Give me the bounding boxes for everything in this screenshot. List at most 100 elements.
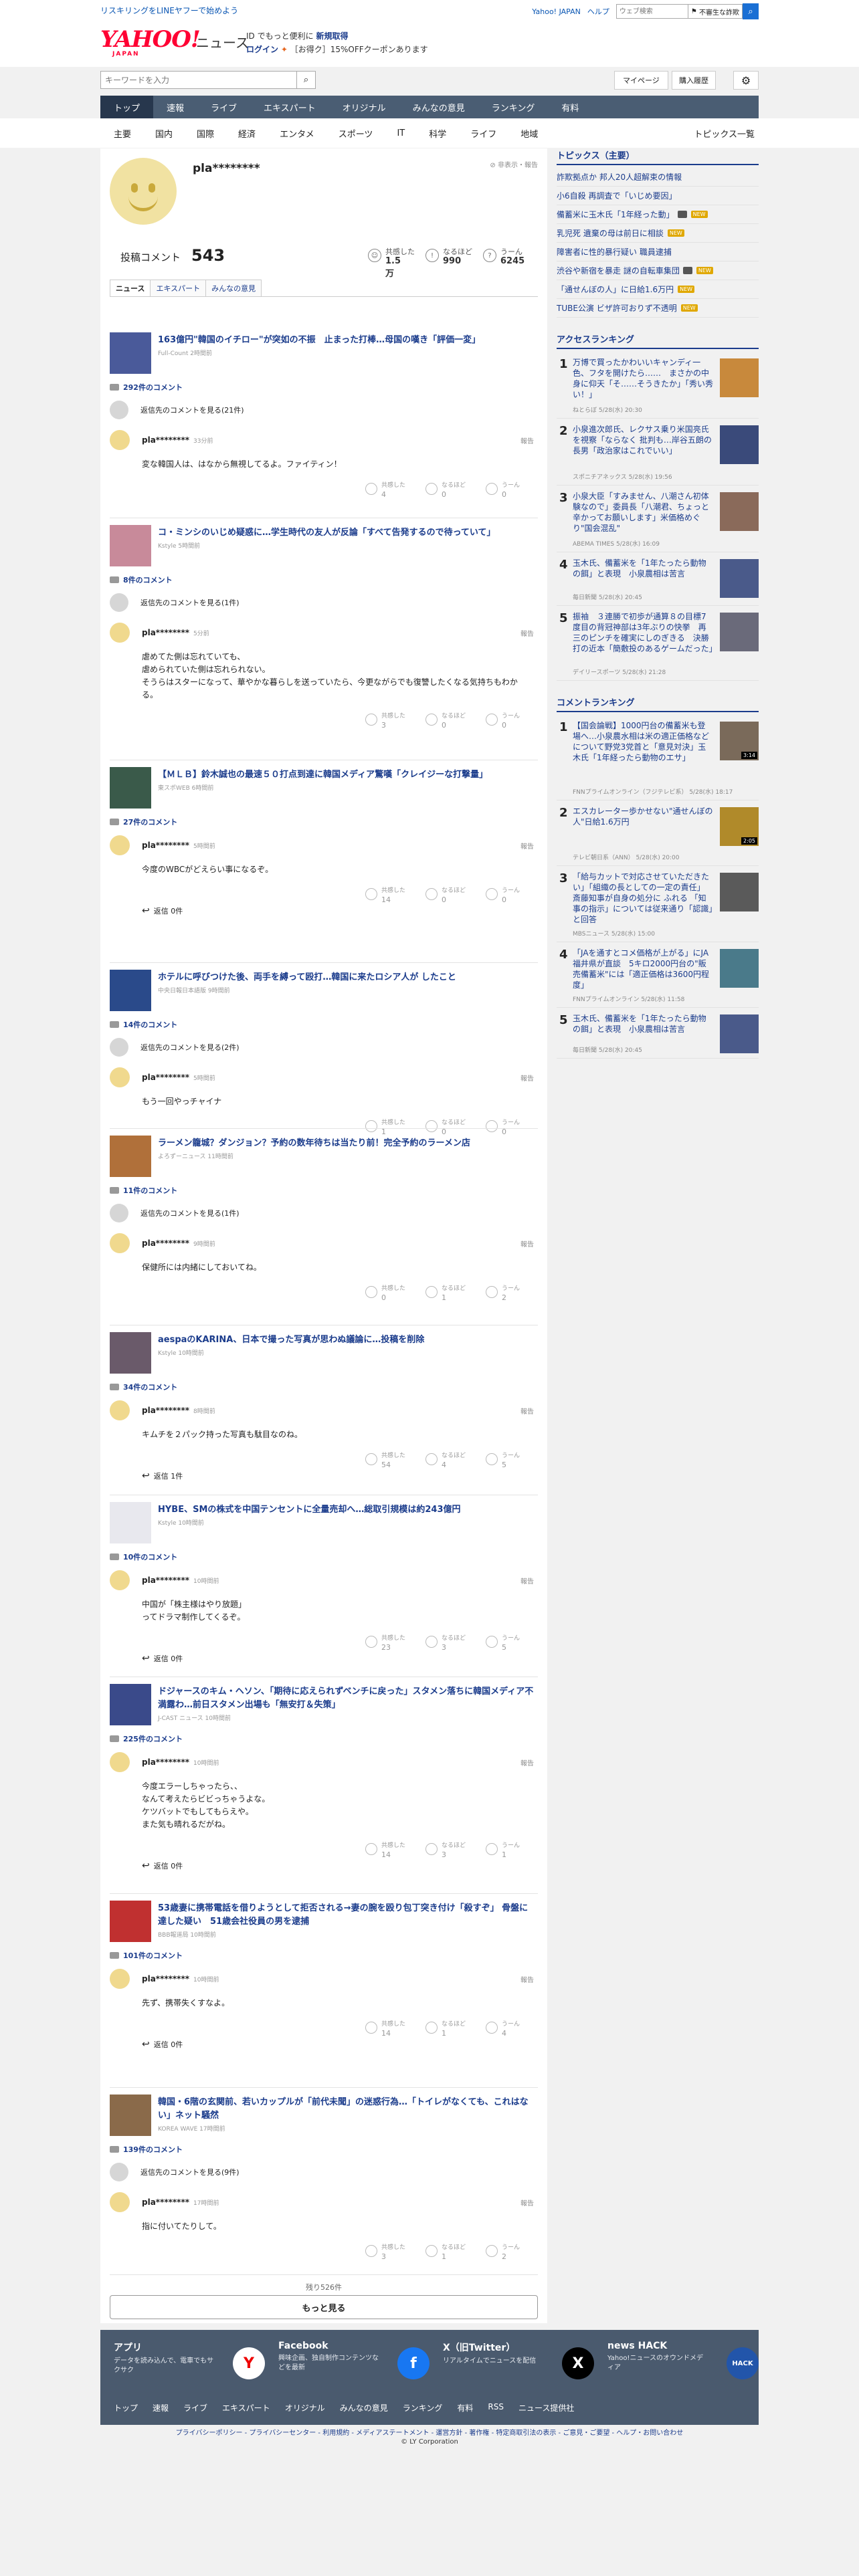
login-link[interactable]: ログイン [246,45,278,54]
comment-username[interactable]: pla******** 5時間前 [142,1073,215,1082]
ranking-item[interactable]: 5 玉木氏、備蓄米を「1年たったら動物の餌」と表現 小泉農相は苦言 毎日新聞 5/2… [557,1008,759,1059]
reaction-button[interactable]: 共感した 14 [365,885,417,905]
yahoo-logo[interactable]: YAHOO! [100,28,201,51]
article-thumbnail[interactable] [110,1684,151,1725]
report-link[interactable]: 報告 [520,628,534,638]
topic-item[interactable]: 詐欺拠点か 邦人20人超解束の情報 [557,168,759,187]
footer-nav-link[interactable]: ニュース提供社 [518,2402,574,2413]
subnav-science[interactable]: 科学 [417,127,458,140]
reaction-button[interactable]: 共感した 14 [365,2019,417,2039]
comment-count-link[interactable]: 27件のコメント [110,817,177,827]
article-thumbnail[interactable] [110,1136,151,1177]
footer-nav-link[interactable]: RSS [488,2402,504,2413]
topic-item[interactable]: 渋谷や新宿を暴走 謎の自転車集団 NEW [557,261,759,280]
comment-username[interactable]: pla******** 33分前 [142,435,213,445]
comment-username[interactable]: pla******** 10時間前 [142,1576,219,1585]
rank-title[interactable]: 玉木氏、備蓄米を「1年たったら動物の餌」と表現 小泉農相は苦言 [573,558,713,579]
rank-title[interactable]: 「給与カットで対応させていただきたい」「組織の長としての一定の責任」 斎藤知事が… [573,871,713,925]
gnav-paid[interactable]: 有料 [548,96,592,118]
topics-list-link[interactable]: トピックス一覧 [694,127,755,140]
signup-link[interactable]: 新規取得 [316,31,348,41]
report-link[interactable]: 報告 [520,1757,534,1767]
reaction-button[interactable]: なるほど 1 [425,2242,478,2262]
report-link[interactable]: 報告 [520,1974,534,1984]
rank-thumbnail[interactable] [720,425,759,464]
article-thumbnail[interactable] [110,970,151,1011]
reaction-button[interactable]: うーん 2 [486,2242,538,2262]
footer-nav-link[interactable]: ライブ [183,2402,207,2413]
parent-comment-link[interactable]: 返信先のコメントを見る(1件) [110,593,240,612]
article-title[interactable]: 韓国・6階の玄関前、若いカップルが「前代未聞」の迷惑行為…「トイレがなくても、こ… [158,2096,537,2123]
rank-title[interactable]: 玉木氏、備蓄米を「1年たったら動物の餌」と表現 小泉農相は苦言 [573,1013,713,1035]
yahoo-japan-link[interactable]: Yahoo! JAPAN [532,7,581,16]
gnav-ranking[interactable]: ランキング [478,96,549,118]
reply-link[interactable]: ↩ 返信 1件 [142,1471,183,1481]
tab-opinion[interactable]: みんなの意見 [205,280,262,297]
parent-comment-link[interactable]: 返信先のコメントを見る(2件) [110,1038,240,1057]
settings-button[interactable]: ⚙ [733,71,759,90]
rank-title[interactable]: 小泉大臣「すみません、八潮さん初体験なので」委員長「八潮君、ちょっと辛かってお願… [573,491,713,534]
article-thumbnail[interactable] [110,1502,151,1543]
coupon-text[interactable]: ［お得ク］15%OFFクーポンあります [290,45,428,54]
article-title[interactable]: ラーメン籠城？ダンジョン？予約の数年待ちは当たり前！完全予約のラーメン店 [158,1137,537,1150]
ranking-item[interactable]: 3 小泉大臣「すみません、八潮さん初体験なので」委員長「八潮君、ちょっと辛かってお… [557,486,759,552]
purchase-history-button[interactable]: 購入履歴 [672,71,716,90]
rank-title[interactable]: 「JAを通すとコメ価格が上がる」にJA福井県が直談 5キロ2000円台の"販売備… [573,948,713,990]
reaction-button[interactable]: なるほど 1 [425,1283,478,1303]
mypage-button[interactable]: マイページ [614,71,668,90]
footer-nav-link[interactable]: 有料 [457,2402,473,2413]
article-title[interactable]: 53歳妻に携帯電話を借りようとして拒否される→妻の腕を殴り包丁突き付け「殺すぞ」… [158,1902,537,1929]
gnav-opinion[interactable]: みんなの意見 [399,96,478,118]
subnav-entertainment[interactable]: エンタメ [268,127,326,140]
rank-thumbnail[interactable] [720,492,759,531]
keyword-search-button[interactable]: ⌕ [297,71,316,89]
parent-comment-link[interactable]: 返信先のコメントを見る(21件) [110,401,244,419]
reply-link[interactable]: ↩ 返信 0件 [142,905,183,916]
article-thumbnail[interactable] [110,1901,151,1942]
gnav-original[interactable]: オリジナル [329,96,399,118]
comment-count-link[interactable]: 139件のコメント [110,2144,183,2155]
parent-comment-link[interactable]: 返信先のコメントを見る(9件) [110,2163,240,2181]
rank-title[interactable]: 振袖 ３連勝で初歩が通算８の目標7度目の背冠神部は3年ぶりの快挙 再三のピンチを… [573,611,717,654]
reaction-button[interactable]: うーん 0 [486,885,538,905]
topic-item[interactable]: 小6自殺 再調査で「いじめ要因」 [557,187,759,205]
article-title[interactable]: aespaのKARINA、日本で撮った写真が思わぬ議論に…投稿を削除 [158,1333,537,1347]
rank-thumbnail[interactable] [720,559,759,598]
footer-nav-link[interactable]: トップ [114,2402,138,2413]
article-title[interactable]: ホテルに呼びつけた後、両手を縛って殴打…韓国に来たロシア人が したこと [158,971,537,984]
reaction-button[interactable]: 共感した 3 [365,2242,417,2262]
promo-link[interactable]: リスキリングをLINEヤフーで始めよう [100,5,238,16]
rank-thumbnail[interactable] [720,358,759,397]
gnav-flash[interactable]: 速報 [153,96,197,118]
footer-card[interactable]: X（旧Twitter） リアルタイムでニュースを配信 X [443,2341,597,2387]
reaction-button[interactable]: なるほど 3 [425,1633,478,1653]
reaction-button[interactable]: うーん 5 [486,1633,538,1653]
parent-comment-link[interactable]: 返信先のコメントを見る(1件) [110,1204,240,1222]
footer-nav-link[interactable]: エキスパート [222,2402,270,2413]
report-link[interactable]: 報告 [520,1073,534,1083]
rank-title[interactable]: 万博で買ったかわいいキャンディ一色、フタを開けたら…… まさかの中身に仰天「そ…… [573,357,713,400]
subnav-it[interactable]: IT [385,128,417,138]
topic-item[interactable]: 障害者に性的暴行疑い 職員逮捕 [557,243,759,261]
article-title[interactable]: 【ＭＬＢ】鈴木誠也の最速５０打点到達に韓国メディア驚嘆「クレイジーな打撃量」 [158,768,537,782]
comment-count-link[interactable]: 11件のコメント [110,1185,177,1196]
comment-username[interactable]: pla******** 8時間前 [142,1406,215,1415]
topic-item[interactable]: TUBE公演 ビザ許可おりず不透明 NEW [557,299,759,318]
rank-title[interactable]: 小泉進次郎氏、レクサス乗り米国亮氏を視察「ならなく 批判も…岸谷五朗の長男「政治… [573,424,713,456]
subnav-economy[interactable]: 経済 [226,127,268,140]
article-title[interactable]: 163億円"韓国のイチロー"が突如の不振 止まった打棒…母国の嘆き「評価一変」 [158,334,537,347]
report-link[interactable]: 報告 [520,1406,534,1416]
rank-thumbnail[interactable]: 2:05 [720,807,759,846]
rank-title[interactable]: 【国会論戦】1000円台の備蓄米も登場へ…小泉農水相は米の適正価格などについて野… [573,720,713,763]
topic-item[interactable]: 「通せんぼの人」に日給1.6万円 NEW [557,280,759,299]
weather-button[interactable]: ⚑ 不審生な詐欺 [688,4,743,19]
comment-count-link[interactable]: 292件のコメント [110,382,183,393]
rank-thumbnail[interactable]: 3:14 [720,722,759,760]
comment-username[interactable]: pla******** 5分前 [142,628,209,637]
help-link[interactable]: ヘルプ [587,6,609,17]
reply-link[interactable]: ↩ 返信 0件 [142,1653,183,1664]
comment-username[interactable]: pla******** 5時間前 [142,841,215,850]
ranking-item[interactable]: 4 「JAを通すとコメ価格が上がる」にJA福井県が直談 5キロ2000円台の"販売… [557,942,759,1008]
reaction-button[interactable]: なるほど 4 [425,1451,478,1471]
article-title[interactable]: HYBE、SMの株式を中国テンセントに全量売却へ…総取引規模は約243億円 [158,1503,537,1517]
